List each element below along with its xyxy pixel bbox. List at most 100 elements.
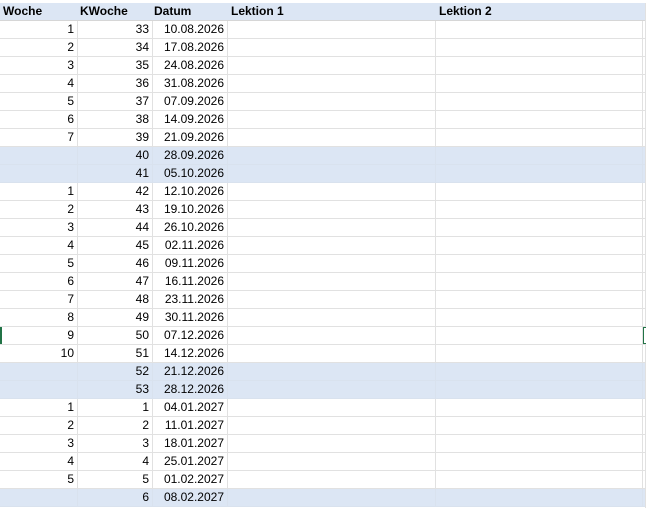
cell-datum[interactable]: 11.01.2027 xyxy=(153,417,228,434)
column-header-woche[interactable]: Woche xyxy=(0,3,78,20)
cell-lektion-1[interactable] xyxy=(228,147,436,164)
cell-kwoche[interactable]: 52 xyxy=(78,363,153,380)
cell-lektion-2[interactable] xyxy=(436,489,643,506)
cell-woche[interactable] xyxy=(0,147,78,164)
cell-lektion-2[interactable] xyxy=(436,453,643,470)
cell-kwoche[interactable]: 44 xyxy=(78,219,153,236)
cell-lektion-1[interactable] xyxy=(228,39,436,56)
cell-datum[interactable]: 19.10.2026 xyxy=(153,201,228,218)
cell-woche[interactable] xyxy=(0,489,78,506)
cell-lektion-1[interactable] xyxy=(228,93,436,110)
cell-woche[interactable]: 7 xyxy=(0,291,78,308)
cell-lektion-2[interactable] xyxy=(436,219,643,236)
cell-lektion-1[interactable] xyxy=(228,471,436,488)
cell-woche[interactable]: 1 xyxy=(0,21,78,38)
cell-woche[interactable]: 4 xyxy=(0,453,78,470)
cell-datum[interactable]: 14.12.2026 xyxy=(153,345,228,362)
cell-kwoche[interactable]: 41 xyxy=(78,165,153,182)
cell-kwoche[interactable]: 37 xyxy=(78,93,153,110)
cell-lektion-1[interactable] xyxy=(228,57,436,74)
cell-kwoche[interactable]: 33 xyxy=(78,21,153,38)
cell-lektion-1[interactable] xyxy=(228,291,436,308)
cell-lektion-2[interactable] xyxy=(436,381,643,398)
cell-kwoche[interactable]: 3 xyxy=(78,435,153,452)
cell-lektion-2[interactable] xyxy=(436,363,643,380)
cell-lektion-2[interactable] xyxy=(436,75,643,92)
cell-kwoche[interactable]: 48 xyxy=(78,291,153,308)
cell-kwoche[interactable]: 46 xyxy=(78,255,153,272)
cell-woche[interactable]: 4 xyxy=(0,75,78,92)
cell-kwoche[interactable]: 35 xyxy=(78,57,153,74)
cell-woche[interactable]: 1 xyxy=(0,183,78,200)
cell-lektion-1[interactable] xyxy=(228,237,436,254)
cell-lektion-1[interactable] xyxy=(228,489,436,506)
cell-woche[interactable]: 5 xyxy=(0,255,78,272)
cell-lektion-1[interactable] xyxy=(228,453,436,470)
cell-woche[interactable]: 9 xyxy=(0,327,78,344)
cell-datum[interactable]: 04.01.2027 xyxy=(153,399,228,416)
cell-kwoche[interactable]: 36 xyxy=(78,75,153,92)
cell-lektion-2[interactable] xyxy=(436,21,643,38)
cell-datum[interactable]: 10.08.2026 xyxy=(153,21,228,38)
cell-lektion-2[interactable] xyxy=(436,129,643,146)
cell-lektion-1[interactable] xyxy=(228,111,436,128)
cell-lektion-1[interactable] xyxy=(228,273,436,290)
cell-kwoche[interactable]: 39 xyxy=(78,129,153,146)
cell-kwoche[interactable]: 1 xyxy=(78,399,153,416)
cell-lektion-2[interactable] xyxy=(436,471,643,488)
cell-lektion-1[interactable] xyxy=(228,165,436,182)
cell-lektion-1[interactable] xyxy=(228,21,436,38)
cell-woche[interactable]: 3 xyxy=(0,57,78,74)
cell-lektion-2[interactable] xyxy=(436,183,643,200)
cell-kwoche[interactable]: 6 xyxy=(78,489,153,506)
cell-woche[interactable]: 7 xyxy=(0,129,78,146)
cell-kwoche[interactable]: 49 xyxy=(78,309,153,326)
cell-datum[interactable]: 05.10.2026 xyxy=(153,165,228,182)
cell-lektion-2[interactable] xyxy=(436,39,643,56)
cell-woche[interactable]: 2 xyxy=(0,201,78,218)
cell-datum[interactable]: 01.02.2027 xyxy=(153,471,228,488)
cell-lektion-1[interactable] xyxy=(228,201,436,218)
cell-woche[interactable]: 2 xyxy=(0,39,78,56)
cell-datum[interactable]: 25.01.2027 xyxy=(153,453,228,470)
cell-lektion-2[interactable] xyxy=(436,201,643,218)
cell-datum[interactable]: 24.08.2026 xyxy=(153,57,228,74)
cell-lektion-1[interactable] xyxy=(228,381,436,398)
cell-woche[interactable]: 1 xyxy=(0,399,78,416)
cell-lektion-1[interactable] xyxy=(228,255,436,272)
cell-lektion-1[interactable] xyxy=(228,417,436,434)
cell-datum[interactable]: 08.02.2027 xyxy=(153,489,228,506)
cell-datum[interactable]: 16.11.2026 xyxy=(153,273,228,290)
cell-kwoche[interactable]: 51 xyxy=(78,345,153,362)
cell-datum[interactable]: 09.11.2026 xyxy=(153,255,228,272)
cell-lektion-1[interactable] xyxy=(228,75,436,92)
cell-woche[interactable]: 2 xyxy=(0,417,78,434)
cell-lektion-2[interactable] xyxy=(436,399,643,416)
cell-kwoche[interactable]: 47 xyxy=(78,273,153,290)
cell-lektion-2[interactable] xyxy=(436,237,643,254)
cell-lektion-2[interactable] xyxy=(436,417,643,434)
cell-lektion-1[interactable] xyxy=(228,363,436,380)
cell-datum[interactable]: 02.11.2026 xyxy=(153,237,228,254)
cell-kwoche[interactable]: 40 xyxy=(78,147,153,164)
cell-kwoche[interactable]: 45 xyxy=(78,237,153,254)
cell-datum[interactable]: 21.12.2026 xyxy=(153,363,228,380)
cell-lektion-2[interactable] xyxy=(436,111,643,128)
cell-woche[interactable] xyxy=(0,363,78,380)
cell-datum[interactable]: 14.09.2026 xyxy=(153,111,228,128)
cell-woche[interactable]: 3 xyxy=(0,435,78,452)
cell-woche[interactable]: 5 xyxy=(0,93,78,110)
column-header-lektion-1[interactable]: Lektion 1 xyxy=(228,3,436,20)
cell-woche[interactable]: 5 xyxy=(0,471,78,488)
cell-datum[interactable]: 28.12.2026 xyxy=(153,381,228,398)
cell-lektion-1[interactable] xyxy=(228,345,436,362)
cell-lektion-2[interactable] xyxy=(436,309,643,326)
cell-lektion-2[interactable] xyxy=(436,345,643,362)
cell-datum[interactable]: 21.09.2026 xyxy=(153,129,228,146)
cell-kwoche[interactable]: 34 xyxy=(78,39,153,56)
cell-lektion-2[interactable] xyxy=(436,57,643,74)
cell-woche[interactable]: 10 xyxy=(0,345,78,362)
cell-lektion-2[interactable] xyxy=(436,435,643,452)
cell-lektion-1[interactable] xyxy=(228,309,436,326)
cell-lektion-1[interactable] xyxy=(228,219,436,236)
